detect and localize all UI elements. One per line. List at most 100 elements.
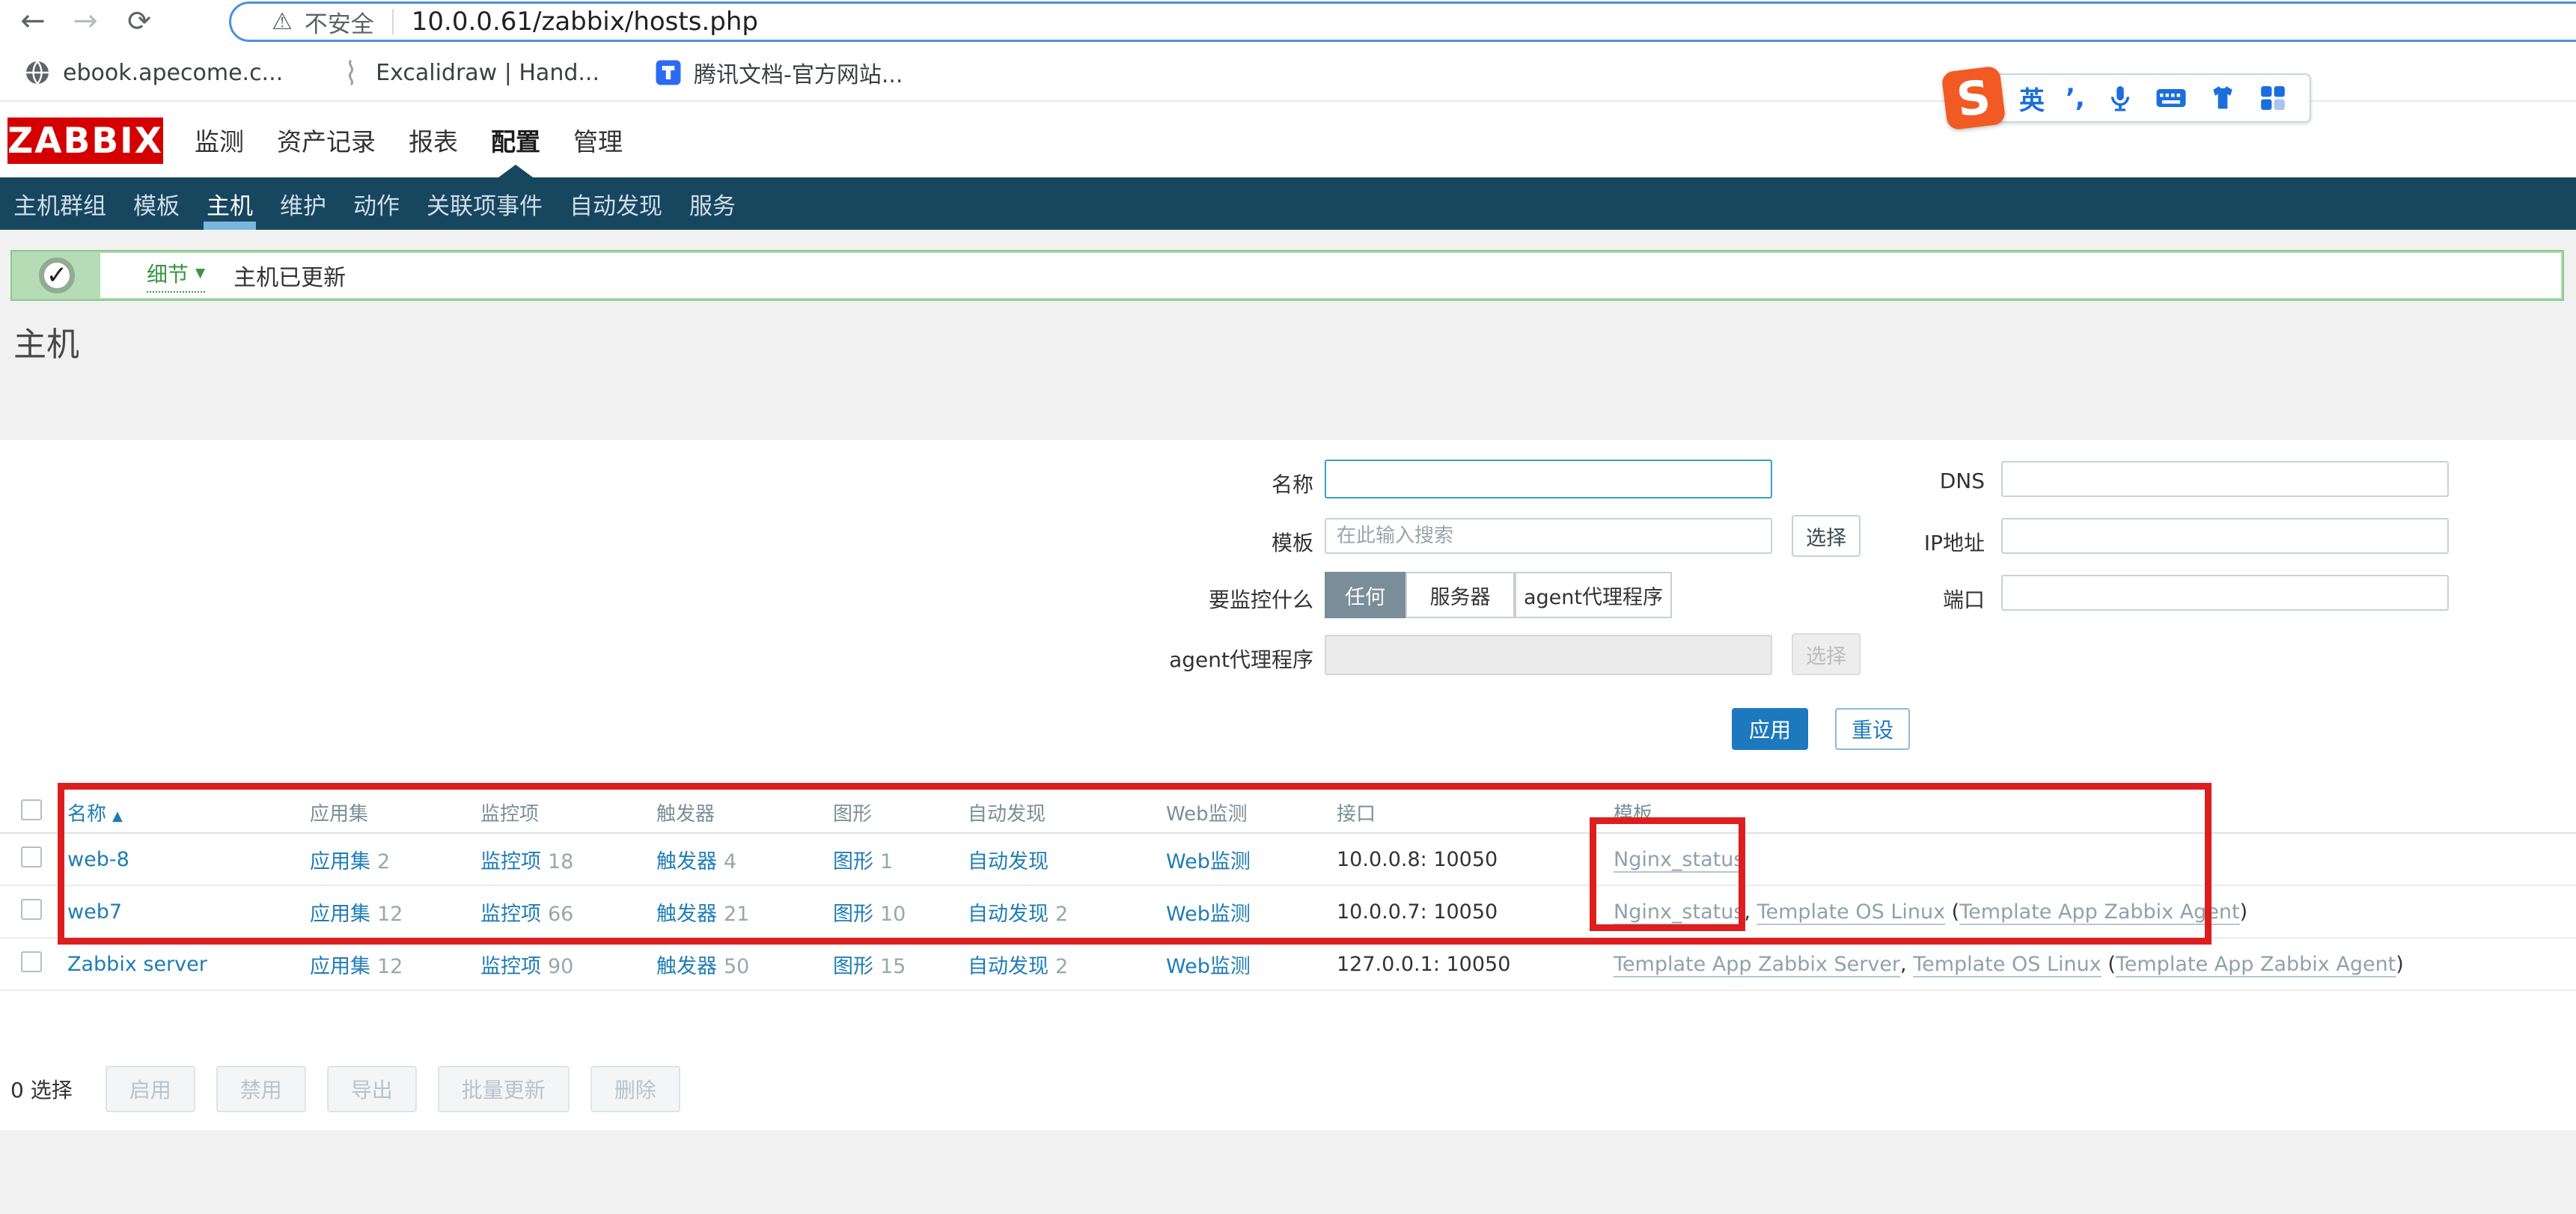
applications-link[interactable]: 应用集 bbox=[310, 955, 370, 978]
nav-reports[interactable]: 报表 bbox=[409, 122, 458, 158]
items-link[interactable]: 监控项 bbox=[480, 850, 541, 873]
graphs-count: 1 bbox=[880, 850, 893, 873]
reload-icon[interactable]: ⟳ bbox=[118, 0, 160, 42]
sub-nav: 主机群组 模板 主机 维护 动作 关联项事件 自动发现 服务 bbox=[0, 177, 2576, 230]
subnav-event-correlation[interactable]: 关联项事件 bbox=[427, 187, 543, 221]
template-link[interactable]: Nginx_status bbox=[1614, 900, 1744, 924]
ime-language-toggle[interactable]: 英 bbox=[2019, 80, 2045, 117]
discovery-link[interactable]: 自动发现 bbox=[968, 850, 1049, 873]
template-label: 模板 bbox=[1044, 527, 1313, 557]
template-search-input[interactable] bbox=[1325, 518, 1772, 554]
bookmark-excalidraw[interactable]: Excalidraw | Hand... bbox=[338, 58, 599, 87]
header-graphs: 图形 bbox=[833, 799, 968, 826]
forward-icon[interactable]: → bbox=[64, 0, 106, 42]
enable-button: 启用 bbox=[106, 1066, 195, 1112]
nav-administration[interactable]: 管理 bbox=[573, 122, 623, 158]
host-name-link[interactable]: web-8 bbox=[67, 848, 129, 871]
row-checkbox[interactable] bbox=[21, 899, 42, 920]
keyboard-icon[interactable] bbox=[2155, 84, 2187, 112]
template-link[interactable]: Template App Zabbix Server bbox=[1614, 953, 1900, 976]
template-link[interactable]: Template App Zabbix Agent bbox=[1959, 900, 2239, 924]
caret-down-icon: ▼ bbox=[195, 266, 205, 281]
name-input[interactable] bbox=[1325, 460, 1772, 498]
subnav-maintenance[interactable]: 维护 bbox=[280, 187, 326, 221]
success-check-icon: ✓ bbox=[39, 257, 75, 293]
graphs-link[interactable]: 图形 bbox=[833, 955, 873, 978]
row-checkbox[interactable] bbox=[21, 847, 42, 867]
success-message-body: 细节 ▼ 主机已更新 bbox=[100, 253, 2561, 298]
web-link[interactable]: Web监测 bbox=[1166, 955, 1251, 978]
subnav-templates[interactable]: 模板 bbox=[133, 187, 180, 221]
triggers-link[interactable]: 触发器 bbox=[656, 850, 717, 873]
dns-input[interactable] bbox=[2001, 461, 2449, 497]
items-link[interactable]: 监控项 bbox=[480, 955, 541, 978]
monitored-by-label: 要监控什么 bbox=[1044, 584, 1313, 614]
bookmark-label: Excalidraw | Hand... bbox=[376, 60, 599, 86]
row-checkbox[interactable] bbox=[21, 951, 42, 972]
discovery-link[interactable]: 自动发现 bbox=[968, 955, 1049, 978]
ime-toolbar: S 英 ’, bbox=[1944, 69, 2311, 127]
applications-count: 12 bbox=[377, 955, 403, 978]
mass-update-button: 批量更新 bbox=[438, 1066, 570, 1112]
name-label: 名称 bbox=[1044, 469, 1313, 498]
template-link[interactable]: Template App Zabbix Agent bbox=[2116, 953, 2396, 976]
graphs-link[interactable]: 图形 bbox=[833, 903, 873, 926]
bookmark-label: ebook.apecome.c... bbox=[63, 60, 283, 86]
back-icon[interactable]: ← bbox=[12, 0, 54, 42]
discovery-link[interactable]: 自动发现 bbox=[968, 903, 1049, 926]
excalidraw-icon bbox=[338, 58, 364, 87]
microphone-icon[interactable] bbox=[2106, 84, 2134, 112]
monitored-option-proxy[interactable]: agent代理程序 bbox=[1515, 572, 1672, 618]
port-input[interactable] bbox=[2001, 575, 2449, 611]
applications-link[interactable]: 应用集 bbox=[310, 850, 370, 873]
page-title: 主机 bbox=[13, 317, 79, 365]
applications-count: 2 bbox=[377, 850, 390, 873]
nav-inventory[interactable]: 资产记录 bbox=[277, 122, 376, 158]
host-name-link[interactable]: Zabbix server bbox=[67, 953, 207, 976]
items-count: 18 bbox=[548, 850, 573, 873]
nav-monitoring[interactable]: 监测 bbox=[195, 122, 244, 158]
applications-link[interactable]: 应用集 bbox=[310, 903, 370, 926]
monitored-option-server[interactable]: 服务器 bbox=[1405, 572, 1515, 618]
skin-icon[interactable] bbox=[2208, 84, 2238, 112]
subnav-discovery[interactable]: 自动发现 bbox=[570, 187, 662, 221]
proxy-select-button: 选择 bbox=[1792, 633, 1861, 675]
host-name-link[interactable]: web7 bbox=[67, 900, 122, 924]
web-link[interactable]: Web监测 bbox=[1166, 903, 1251, 926]
apply-button[interactable]: 应用 bbox=[1732, 708, 1808, 750]
subnav-host-groups[interactable]: 主机群组 bbox=[13, 187, 106, 221]
header-templates: 模板 bbox=[1614, 799, 2576, 826]
interface-cell: 10.0.0.8: 10050 bbox=[1337, 848, 1614, 871]
triggers-link[interactable]: 触发器 bbox=[656, 903, 717, 926]
template-link[interactable]: Template OS Linux bbox=[1913, 953, 2102, 976]
url-bar[interactable]: ⚠ 不安全 10.0.0.61/zabbix/hosts.php bbox=[229, 1, 2576, 42]
triggers-link[interactable]: 触发器 bbox=[656, 955, 717, 978]
zabbix-logo[interactable]: ZABBIX bbox=[7, 118, 163, 164]
bookmark-ebook[interactable]: ebook.apecome.c... bbox=[24, 59, 283, 86]
sogou-logo-icon[interactable]: S bbox=[1941, 66, 2006, 131]
bookmark-tencent-docs[interactable]: 腾讯文档-官方网站... bbox=[655, 56, 903, 89]
ip-input[interactable] bbox=[2001, 518, 2449, 554]
graphs-count: 10 bbox=[880, 903, 906, 926]
subnav-actions[interactable]: 动作 bbox=[353, 187, 400, 221]
graphs-count: 15 bbox=[880, 955, 906, 978]
items-link[interactable]: 监控项 bbox=[480, 903, 541, 926]
reset-button[interactable]: 重设 bbox=[1835, 708, 1910, 750]
template-link[interactable]: Nginx_status bbox=[1614, 848, 1744, 871]
subnav-services[interactable]: 服务 bbox=[689, 187, 736, 221]
ime-punctuation-icon[interactable]: ’, bbox=[2066, 83, 2085, 113]
graphs-link[interactable]: 图形 bbox=[833, 850, 873, 873]
nav-configuration[interactable]: 配置 bbox=[491, 122, 540, 158]
select-all-checkbox[interactable] bbox=[21, 799, 42, 820]
browser-toolbar: ← → ⟳ ⚠ 不安全 10.0.0.61/zabbix/hosts.php bbox=[0, 0, 2576, 45]
globe-icon bbox=[24, 59, 51, 86]
details-toggle[interactable]: 细节 ▼ bbox=[147, 258, 205, 293]
header-name[interactable]: 名称 bbox=[67, 803, 106, 826]
ime-menu-grid-icon[interactable] bbox=[2259, 84, 2287, 112]
disable-button: 禁用 bbox=[216, 1066, 306, 1112]
template-link[interactable]: Template OS Linux bbox=[1757, 900, 1946, 924]
main-nav: 监测 资产记录 报表 配置 管理 bbox=[195, 102, 623, 177]
monitored-option-any[interactable]: 任何 bbox=[1325, 572, 1405, 618]
web-link[interactable]: Web监测 bbox=[1166, 850, 1251, 873]
subnav-hosts[interactable]: 主机 bbox=[207, 187, 253, 221]
